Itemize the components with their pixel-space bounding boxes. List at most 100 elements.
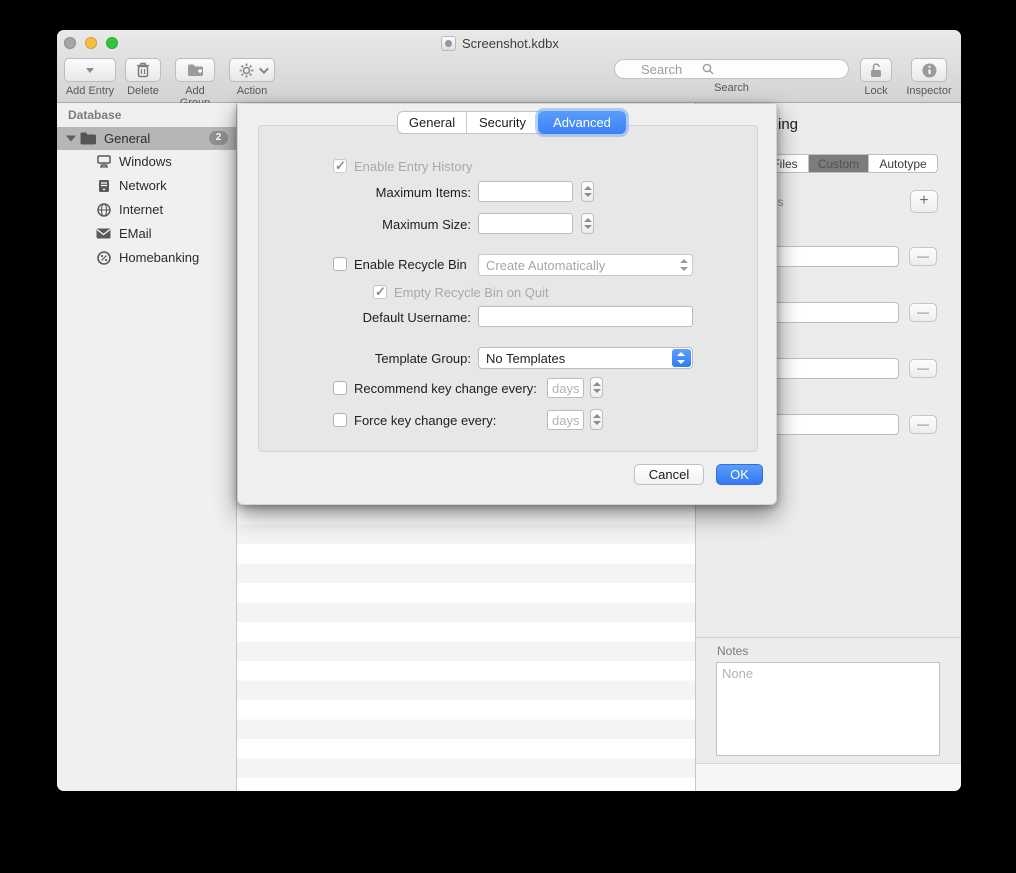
add-entry-label: Add Entry: [64, 85, 116, 97]
sidebar-item-internet[interactable]: Internet: [57, 198, 236, 221]
tab-security[interactable]: Security: [467, 112, 539, 133]
recycle-bin-mode-value: Create Automatically: [486, 258, 605, 273]
template-group-popup[interactable]: No Templates: [478, 347, 693, 369]
default-username-label: Default Username:: [301, 310, 471, 325]
add-entry-dropdown[interactable]: [83, 59, 98, 81]
force-key-change-checkbox[interactable]: [333, 413, 347, 427]
close-button[interactable]: [64, 37, 76, 49]
delete-button[interactable]: [125, 58, 161, 82]
notes-textarea[interactable]: [716, 662, 940, 756]
remove-field-button[interactable]: —: [909, 415, 937, 434]
recommend-days-stepper[interactable]: [590, 377, 603, 398]
sidebar-item-email[interactable]: EMail: [57, 222, 236, 245]
enable-recycle-bin-checkbox[interactable]: [333, 257, 347, 271]
enable-recycle-bin-label: Enable Recycle Bin: [354, 257, 467, 272]
window-title-area: Screenshot.kdbx: [441, 36, 559, 51]
sidebar-item-network[interactable]: Network: [57, 174, 236, 197]
sidebar-item-label: General: [104, 131, 150, 146]
sidebar-item-windows[interactable]: Windows: [57, 150, 236, 173]
maximum-items-input[interactable]: [478, 181, 573, 202]
inspector-button[interactable]: [911, 58, 947, 82]
document-proxy-icon: [441, 36, 456, 51]
add-field-button[interactable]: +: [910, 190, 938, 213]
action-label: Action: [229, 85, 275, 97]
popup-chevrons-icon: [672, 349, 691, 367]
remove-field-button[interactable]: —: [909, 247, 937, 266]
window-title: Screenshot.kdbx: [462, 36, 559, 51]
envelope-icon: [95, 228, 112, 239]
action-button[interactable]: [229, 58, 275, 82]
remove-field-button[interactable]: —: [909, 359, 937, 378]
sidebar-item-label: Windows: [119, 154, 172, 169]
recommend-days-input[interactable]: [547, 378, 584, 398]
titlebar-toolbar: Screenshot.kdbx Add Entry Delete Add: [57, 30, 961, 103]
info-icon: [922, 63, 937, 78]
server-icon: [95, 179, 112, 193]
lock-label: Lock: [860, 85, 892, 97]
chevron-down-icon: [258, 64, 268, 74]
maximum-size-stepper[interactable]: [581, 213, 594, 234]
globe-icon: [95, 203, 112, 217]
cancel-button[interactable]: Cancel: [634, 464, 704, 485]
sidebar-item-label: EMail: [119, 226, 152, 241]
minimize-button[interactable]: [85, 37, 97, 49]
gear-icon: [239, 63, 254, 78]
enable-entry-history-checkbox[interactable]: [333, 159, 347, 173]
inspector-label: Inspector: [903, 85, 955, 97]
sidebar-item-homebanking[interactable]: Homebanking: [57, 246, 236, 269]
force-key-change-label: Force key change every:: [354, 413, 496, 428]
recommend-key-change-checkbox[interactable]: [333, 381, 347, 395]
maximum-size-input[interactable]: [478, 213, 573, 234]
empty-recycle-bin-label: Empty Recycle Bin on Quit: [394, 285, 549, 300]
tab-general[interactable]: General: [398, 112, 467, 133]
database-settings-dialog: General Security Advanced Enable Entry H…: [237, 104, 777, 505]
sidebar: Database General 2 Windows Network: [57, 103, 237, 791]
dropdown-arrow-icon: [86, 68, 94, 73]
search-icon: [702, 63, 714, 75]
folder-icon: [80, 132, 97, 145]
sidebar-item-label: Network: [119, 178, 167, 193]
maximum-items-stepper[interactable]: [581, 181, 594, 202]
maximum-size-label: Maximum Size:: [301, 217, 471, 232]
add-entry-button[interactable]: [64, 58, 116, 82]
traffic-lights: [64, 37, 118, 49]
enable-entry-history-label: Enable Entry History: [354, 159, 473, 174]
folder-plus-icon: [187, 63, 204, 77]
sidebar-item-label: Internet: [119, 202, 163, 217]
recommend-key-change-label: Recommend key change every:: [354, 381, 537, 396]
recycle-bin-mode-popup[interactable]: Create Automatically: [478, 254, 693, 276]
dialog-tabs: General Security Advanced: [397, 111, 626, 134]
force-days-stepper[interactable]: [590, 409, 603, 430]
lock-button[interactable]: [860, 58, 892, 82]
search-input[interactable]: [614, 59, 849, 79]
template-group-value: No Templates: [486, 351, 565, 366]
tab-autotype[interactable]: Autotype: [869, 155, 937, 172]
add-group-button[interactable]: [175, 58, 215, 82]
sidebar-item-general[interactable]: General 2: [57, 127, 236, 150]
unlock-icon: [869, 63, 883, 78]
inspector-footer: [696, 763, 961, 791]
sidebar-item-label: Homebanking: [119, 250, 199, 265]
empty-recycle-bin-checkbox[interactable]: [373, 285, 387, 299]
delete-label: Delete: [125, 85, 161, 97]
popup-chevrons-icon: [678, 257, 688, 273]
search-label: Search: [614, 82, 849, 94]
tab-advanced[interactable]: Advanced: [538, 111, 626, 134]
windows-group-icon: [95, 155, 112, 168]
divider: [696, 637, 961, 638]
app-window: Screenshot.kdbx Add Entry Delete Add: [57, 30, 961, 791]
ok-button[interactable]: OK: [716, 464, 763, 485]
tab-custom[interactable]: Custom: [809, 155, 869, 172]
disclosure-triangle-icon[interactable]: [66, 136, 76, 142]
template-group-label: Template Group:: [301, 351, 471, 366]
default-username-input[interactable]: [478, 306, 693, 327]
remove-field-button[interactable]: —: [909, 303, 937, 322]
notes-label: Notes: [717, 644, 748, 658]
item-count-badge: 2: [209, 131, 228, 145]
trash-icon: [136, 62, 150, 78]
percent-circle-icon: [95, 251, 112, 265]
zoom-button[interactable]: [106, 37, 118, 49]
force-days-input[interactable]: [547, 410, 584, 430]
sidebar-header: Database: [68, 108, 121, 122]
inspector-entry-title: ing: [778, 116, 798, 133]
